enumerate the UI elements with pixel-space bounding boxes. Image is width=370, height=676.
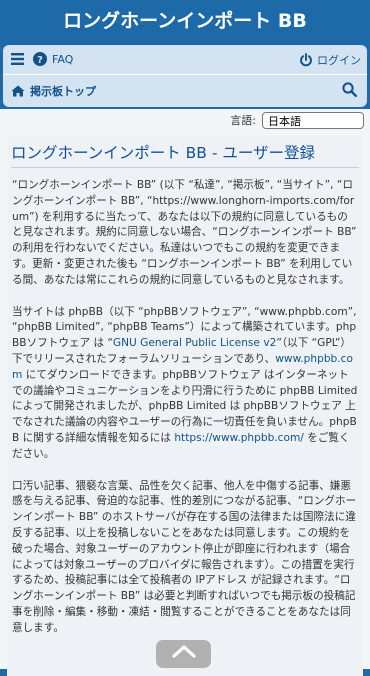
terms-paragraph-2: 当サイトは phpBB（以下 “phpBBソフトウェア”, “www.phpbb… (12, 305, 358, 463)
main-panel: 言語: 日本語 ロングホーンインポート BB - ユーザー登録 “ロングホーンイ… (0, 109, 370, 676)
language-select[interactable]: 日本語 (262, 112, 364, 129)
power-icon (300, 53, 312, 67)
page-title: ロングホーンインポート BB - ユーザー登録 (11, 144, 316, 162)
site-title[interactable]: ロングホーンインポート BB (0, 7, 370, 35)
title-divider (11, 167, 359, 168)
svg-text:?: ? (37, 55, 43, 66)
search-icon (342, 82, 357, 97)
chevron-up-icon (171, 645, 196, 658)
navbar: ? FAQ ログイン 掲示板トップ (3, 45, 367, 107)
home-icon (11, 85, 25, 97)
breadcrumb-home-label: 掲示板トップ (30, 85, 96, 98)
phpbb-info-link[interactable]: https://www.phpbb.com/ (174, 432, 304, 444)
terms-body: “ロングホーンインポート BB” (以下 “私達”, “掲示板”, “当サイト”… (12, 178, 358, 653)
gpl-link[interactable]: GNU General Public License v2 (113, 337, 276, 349)
language-row: 言語: 日本語 (0, 109, 370, 131)
search-button[interactable] (342, 82, 357, 97)
faq-link[interactable]: ? FAQ (33, 52, 73, 66)
registration-terms: ロングホーンインポート BB - ユーザー登録 “ロングホーンインポート BB”… (7, 136, 363, 676)
login-link[interactable]: ログイン (299, 52, 361, 68)
language-label: 言語: (230, 114, 256, 127)
back-to-top-button[interactable] (156, 640, 211, 668)
quick-links-bar: ? FAQ ログイン (3, 45, 367, 75)
question-circle-icon: ? (33, 52, 47, 66)
terms-paragraph-3: 口汚い記事、猥褻な言葉、品性を欠く記事、他人を中傷する記事、嫌悪感を与える記事、… (12, 479, 357, 634)
site-header: ロングホーンインポート BB (0, 0, 370, 42)
login-label: ログイン (317, 54, 361, 67)
faq-label: FAQ (52, 52, 74, 66)
breadcrumb: 掲示板トップ (3, 75, 367, 107)
hamburger-menu-icon (11, 53, 24, 65)
breadcrumb-home-link[interactable]: 掲示板トップ (11, 83, 96, 99)
menu-button[interactable] (11, 53, 24, 65)
terms-paragraph-1: “ロングホーンインポート BB” (以下 “私達”, “掲示板”, “当サイト”… (12, 179, 357, 286)
